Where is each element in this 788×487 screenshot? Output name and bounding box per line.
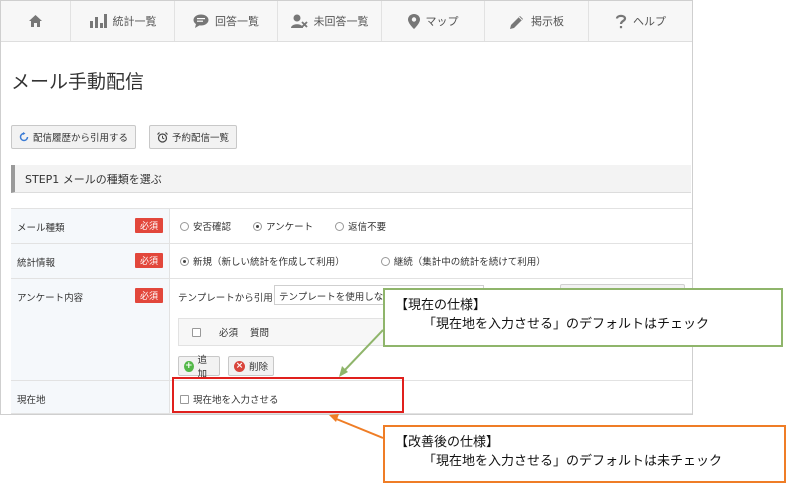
improved-spec-body: 「現在地を入力させる」のデフォルトは未チェック [423, 453, 723, 468]
improved-spec-title: 【改善後の仕様】 [395, 434, 500, 449]
current-spec-callout: 【現在の仕様】 「現在地を入力させる」のデフォルトはチェック [383, 288, 783, 347]
callout-arrows [329, 329, 384, 439]
current-spec-title: 【現在の仕様】 [395, 297, 487, 312]
improved-spec-arrow [333, 417, 384, 439]
improved-spec-callout: 【改善後の仕様】 「現在地を入力させる」のデフォルトは未チェック [383, 425, 786, 483]
improved-spec-arrowhead [329, 414, 339, 422]
current-spec-arrow [342, 329, 384, 373]
current-spec-body: 「現在地を入力させる」のデフォルトはチェック [423, 316, 710, 331]
